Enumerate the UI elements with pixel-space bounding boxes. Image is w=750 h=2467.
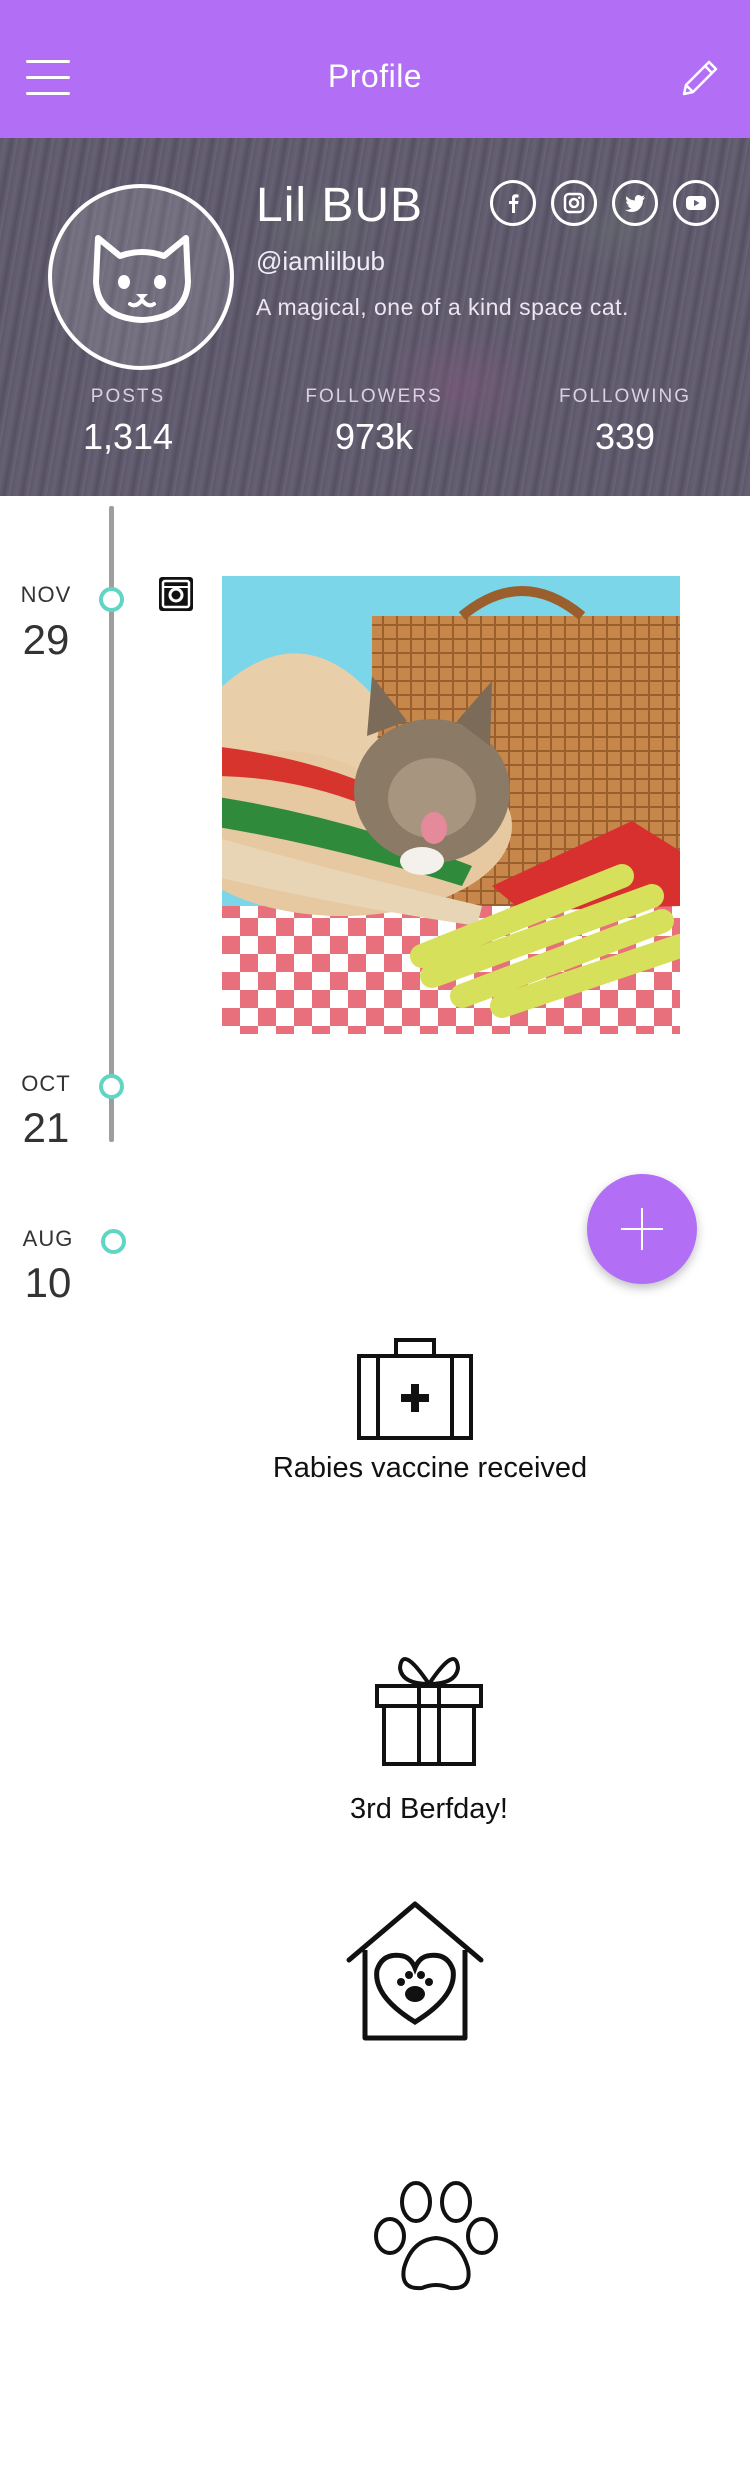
gift-icon	[374, 1650, 484, 1768]
profile-handle[interactable]: @iamlilbub	[256, 246, 385, 277]
timeline-month-oct: OCT	[21, 1071, 71, 1096]
timeline-month-nov: NOV	[20, 582, 72, 607]
following-stat[interactable]: FOLLOWING 339	[515, 386, 735, 458]
timeline-day-10: 10	[24, 1259, 72, 1306]
following-count: 339	[594, 416, 656, 457]
avatar[interactable]	[48, 184, 234, 370]
facebook-button[interactable]	[490, 180, 536, 226]
twitter-icon	[625, 195, 645, 212]
pencil-icon	[682, 60, 718, 96]
instagram-source-icon	[158, 576, 194, 612]
profile-name: Lil BUB	[256, 179, 424, 232]
profile-bio: A magical, one of a kind space cat.	[256, 294, 629, 320]
event-caption-birthday: 3rd Berfday!	[350, 1793, 508, 1825]
instagram-icon	[563, 192, 585, 214]
posts-count: 1,314	[82, 416, 174, 457]
top-bar: Profile	[0, 0, 750, 138]
posts-stat[interactable]: POSTS 1,314	[18, 386, 238, 458]
followers-count: 973k	[334, 416, 414, 457]
profile-header: Lil BUB @iamlilbub A magical, one of a k…	[0, 138, 750, 496]
edit-button[interactable]	[676, 54, 724, 102]
add-button[interactable]	[587, 1174, 697, 1284]
youtube-button[interactable]	[673, 180, 719, 226]
timeline-node[interactable]	[99, 587, 124, 612]
followers-stat[interactable]: FOLLOWERS 973k	[264, 386, 484, 458]
timeline-node[interactable]	[101, 1229, 126, 1254]
twitter-button[interactable]	[612, 180, 658, 226]
pet-house-icon	[343, 1898, 487, 2044]
timeline-day-29: 29	[22, 616, 70, 663]
page-title: Profile	[327, 58, 423, 94]
followers-label: FOLLOWERS	[305, 386, 443, 407]
instagram-button[interactable]	[551, 180, 597, 226]
following-label: FOLLOWING	[558, 386, 691, 407]
event-caption-vaccine: Rabies vaccine received	[272, 1452, 588, 1484]
timeline-node[interactable]	[99, 1074, 124, 1099]
medical-kit-icon	[356, 1336, 474, 1442]
paw-print-icon	[372, 2178, 502, 2294]
facebook-icon	[509, 194, 519, 213]
posts-label: POSTS	[90, 386, 166, 407]
youtube-icon	[686, 196, 706, 210]
cat-face-icon	[93, 235, 191, 323]
post-photo[interactable]	[222, 576, 680, 1034]
timeline-month-aug: AUG	[22, 1226, 74, 1251]
timeline-day-21: 21	[22, 1104, 70, 1151]
